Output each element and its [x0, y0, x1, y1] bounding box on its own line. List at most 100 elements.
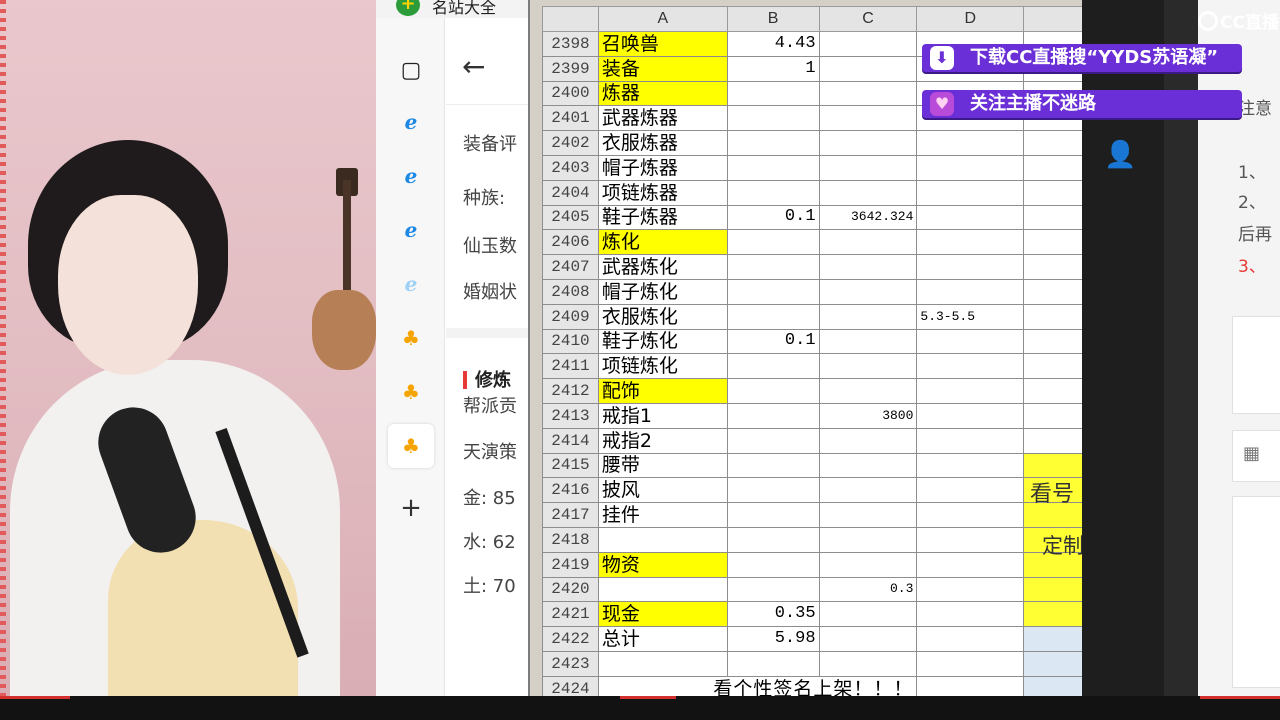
cell-d[interactable]	[916, 502, 1025, 528]
cell-a[interactable]: 项链炼化	[597, 353, 728, 380]
cell-c[interactable]: 3642.324	[818, 204, 918, 231]
cell-e[interactable]	[1023, 179, 1084, 206]
cell-a[interactable]: 召唤兽	[597, 31, 728, 57]
cell-d[interactable]	[916, 675, 1025, 696]
cell-b[interactable]	[726, 477, 820, 504]
cell-c[interactable]: 0.3	[818, 576, 918, 603]
row-number[interactable]: 2413	[542, 402, 599, 429]
chick-icon[interactable]: ♣	[388, 316, 434, 360]
cell-c[interactable]	[818, 55, 918, 82]
chick-icon[interactable]: ♣	[388, 370, 434, 414]
grid-view-card[interactable]: ▦	[1232, 430, 1280, 482]
row-number[interactable]: 2398	[542, 31, 599, 57]
cell-c[interactable]	[818, 526, 918, 553]
row-number[interactable]: 2422	[542, 626, 599, 652]
cell-c[interactable]	[818, 626, 918, 652]
cell-a[interactable]: 鞋子炼化	[597, 328, 728, 355]
row-number[interactable]: 2405	[542, 204, 599, 231]
cell-b[interactable]	[726, 650, 820, 677]
row-number[interactable]: 2402	[542, 130, 599, 156]
row-number[interactable]: 2409	[542, 303, 599, 330]
cell-e[interactable]	[1023, 229, 1084, 256]
cell-a[interactable]: 戒指1	[597, 402, 728, 429]
cell-b[interactable]	[726, 576, 820, 603]
row-number[interactable]: 2420	[542, 576, 599, 603]
row-number[interactable]: 2407	[542, 254, 599, 280]
cell-a[interactable]: 鞋子炼器	[597, 204, 728, 231]
cell-d[interactable]	[916, 601, 1025, 628]
cell-b[interactable]	[726, 130, 820, 156]
cell-a[interactable]: 帽子炼器	[597, 154, 728, 181]
cell-e[interactable]	[1023, 675, 1084, 696]
column-header[interactable]: B	[726, 6, 820, 32]
cell-d[interactable]	[916, 477, 1025, 504]
cell-b[interactable]	[726, 551, 820, 578]
cell-a[interactable]: 挂件	[597, 502, 728, 528]
row-number[interactable]: 2414	[542, 427, 599, 454]
cell-b[interactable]	[726, 254, 820, 280]
user-icon[interactable]: 👤	[1104, 140, 1136, 170]
cell-e[interactable]	[1023, 353, 1084, 380]
row-number[interactable]: 2400	[542, 80, 599, 107]
cell-d[interactable]	[916, 254, 1025, 280]
back-arrow-icon[interactable]: ←	[462, 50, 485, 83]
cell-e[interactable]	[1023, 130, 1084, 156]
cell-d[interactable]	[916, 626, 1025, 652]
cell-c[interactable]	[818, 154, 918, 181]
cell-a[interactable]: 项链炼器	[597, 179, 728, 206]
cell-a[interactable]: 配饰	[597, 378, 728, 404]
cell-d[interactable]	[916, 204, 1025, 231]
row-number[interactable]: 2399	[542, 55, 599, 82]
cell-b[interactable]: 0.1	[726, 204, 820, 231]
cell-c[interactable]	[818, 378, 918, 404]
row-number[interactable]: 2403	[542, 154, 599, 181]
row-number[interactable]: 2412	[542, 378, 599, 404]
merged-note-cell[interactable]: 看个性签名上架！！！	[597, 675, 918, 696]
cell-a[interactable]: 戒指2	[597, 427, 728, 454]
cell-c[interactable]	[818, 328, 918, 355]
cell-d[interactable]	[916, 427, 1025, 454]
cell-a[interactable]: 炼化	[597, 229, 728, 256]
cell-e[interactable]	[1023, 576, 1084, 603]
cell-b[interactable]	[726, 154, 820, 181]
cell-d[interactable]	[916, 154, 1025, 181]
cell-c[interactable]	[818, 452, 918, 479]
edge-icon[interactable]: ℯ	[388, 154, 434, 198]
cell-a[interactable]: 总计	[597, 626, 728, 652]
edge-icon[interactable]: ℯ	[388, 100, 434, 144]
cell-e[interactable]	[1023, 278, 1084, 305]
cell-c[interactable]	[818, 229, 918, 256]
row-number[interactable]: 2411	[542, 353, 599, 380]
cell-b[interactable]	[726, 502, 820, 528]
cell-b[interactable]	[726, 179, 820, 206]
row-number[interactable]: 2419	[542, 551, 599, 578]
new-tab-plus-icon[interactable]: +	[388, 486, 434, 530]
cell-e[interactable]	[1023, 650, 1084, 677]
cell-b[interactable]: 0.1	[726, 328, 820, 355]
cell-a[interactable]	[597, 576, 728, 603]
column-header[interactable]: D	[916, 6, 1025, 32]
row-number[interactable]: 2421	[542, 601, 599, 628]
cell-a[interactable]: 武器炼器	[597, 105, 728, 132]
cell-c[interactable]: 3800	[818, 402, 918, 429]
cell-b[interactable]: 5.98	[726, 626, 820, 652]
cell-c[interactable]	[818, 105, 918, 132]
cell-c[interactable]	[818, 130, 918, 156]
cell-a[interactable]: 衣服炼化	[597, 303, 728, 330]
cell-b[interactable]	[726, 80, 820, 107]
cell-d[interactable]	[916, 229, 1025, 256]
cell-d[interactable]	[916, 452, 1025, 479]
cell-e[interactable]	[1023, 328, 1084, 355]
cell-a[interactable]	[597, 650, 728, 677]
cell-d[interactable]	[916, 130, 1025, 156]
cell-c[interactable]	[818, 551, 918, 578]
cell-c[interactable]	[818, 254, 918, 280]
row-number[interactable]: 2418	[542, 526, 599, 553]
cell-e[interactable]	[1023, 378, 1084, 404]
cell-e[interactable]	[1023, 254, 1084, 280]
cell-e[interactable]	[1023, 601, 1084, 628]
cell-c[interactable]	[818, 278, 918, 305]
cell-a[interactable]: 炼器	[597, 80, 728, 107]
row-number[interactable]: 2406	[542, 229, 599, 256]
cell-d[interactable]	[916, 179, 1025, 206]
